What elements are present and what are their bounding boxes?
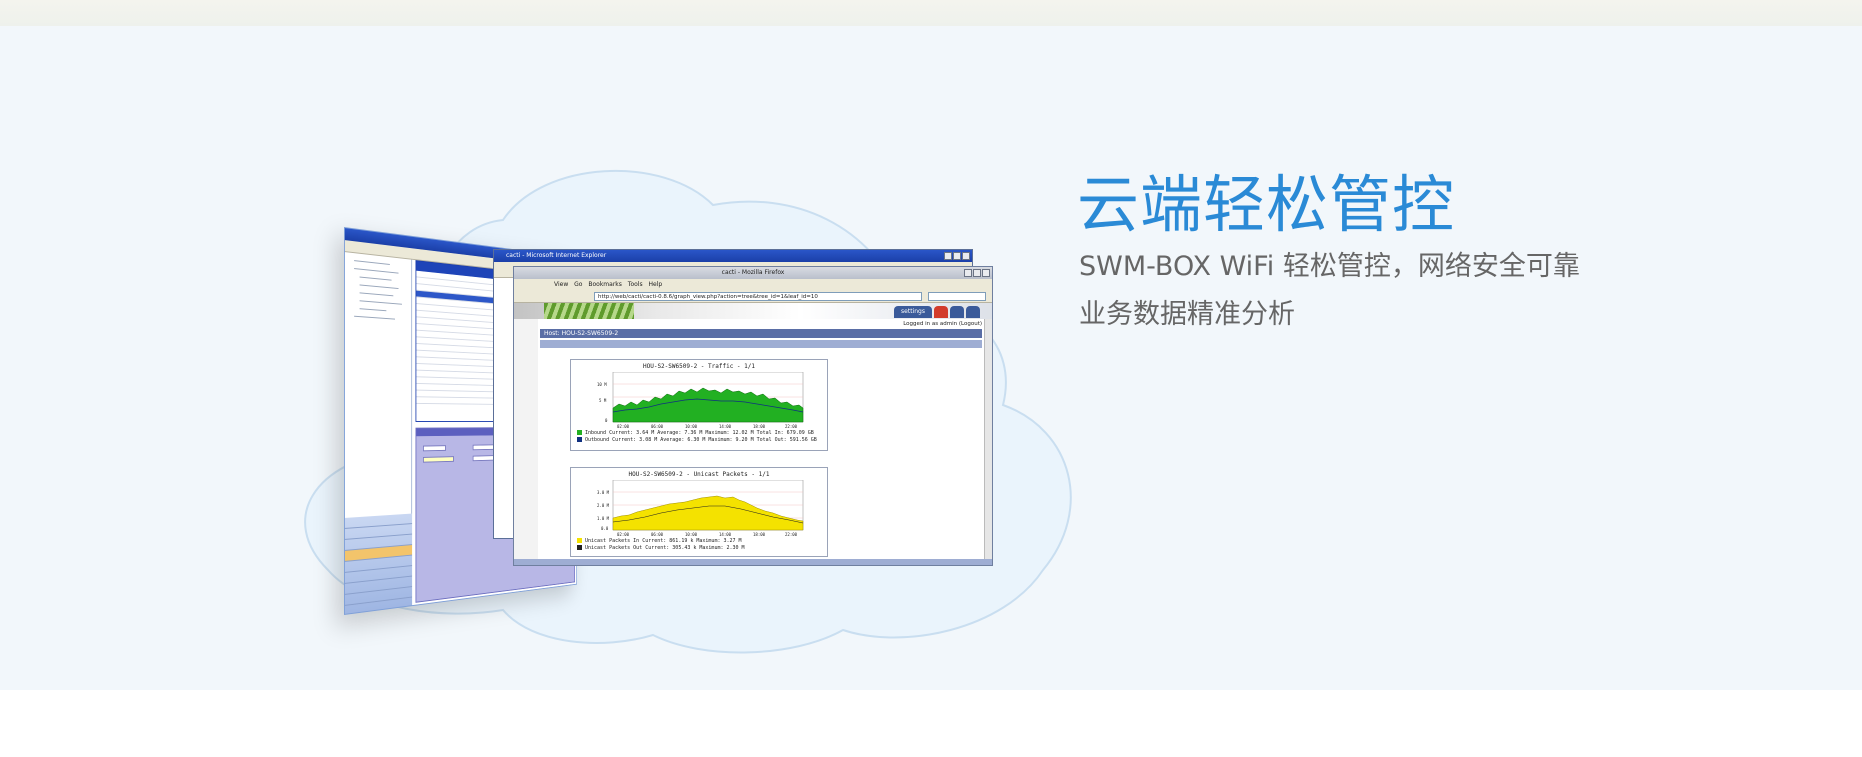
banner-headline: 云端轻松管控 — [1077, 168, 1456, 241]
svg-text:10:00: 10:00 — [685, 532, 698, 537]
close-icon — [982, 269, 990, 277]
svg-text:06:00: 06:00 — [651, 532, 664, 537]
firefox-window: cacti - Mozilla Firefox View Go Bookmark… — [513, 266, 993, 566]
svg-text:14:00: 14:00 — [719, 424, 732, 429]
logged-in-text: Logged in as admin (Logout) — [903, 321, 982, 327]
top-strip — [0, 0, 1862, 26]
tree-tab-icon — [966, 306, 980, 318]
traffic-graph-plot: 10 M 5 M 0 02:00 06:00 10:00 14:00 18:00 22:00 — [597, 372, 804, 429]
host-bar: Host: HOU-S2-SW6509-2 — [540, 329, 982, 338]
traffic-graph: HOU-S2-SW6509-2 - Traffic - 1/1 10 M 5 M 0… — [570, 359, 828, 451]
settings-tab: settings — [894, 306, 932, 318]
packets-legend-in: Unicast Packets In Current: 861.19 k Max… — [577, 538, 827, 545]
ff-url-field: http://web/cacti/cacti-0.8.6/graph_view.… — [594, 292, 922, 301]
packets-graph-title: HOU-S2-SW6509-2 - Unicast Packets - 1/1 — [628, 471, 770, 478]
svg-text:1.0 M: 1.0 M — [597, 516, 610, 521]
ie-titlebar: cacti - Microsoft Internet Explorer — [494, 250, 972, 262]
svg-text:18:00: 18:00 — [753, 424, 766, 429]
maximize-icon — [953, 252, 961, 260]
back-window-nav — [344, 513, 413, 614]
packets-graph-plot: 3.0 M 2.0 M 1.0 M 0.0 02:00 06:00 10:00 14:00 1… — [597, 480, 804, 537]
ff-footer-bar — [514, 559, 992, 565]
close-icon — [962, 252, 970, 260]
svg-text:0.0: 0.0 — [601, 526, 609, 531]
list-tab-icon — [950, 306, 964, 318]
svg-text:06:00: 06:00 — [651, 424, 664, 429]
ff-menubar: View Go Bookmarks Tools Help — [514, 279, 992, 290]
svg-text:2.0 M: 2.0 M — [597, 503, 610, 508]
ie-title: cacti - Microsoft Internet Explorer — [506, 252, 607, 259]
cacti-left-column — [514, 319, 538, 565]
packets-legend-out: Unicast Packets Out Current: 305.43 k Ma… — [577, 545, 827, 552]
ff-search-field — [928, 292, 986, 301]
cacti-logo-stripe — [544, 303, 634, 319]
host-subbar — [540, 340, 982, 348]
svg-text:22:00: 22:00 — [785, 532, 798, 537]
ff-scrollbar — [984, 319, 992, 565]
traffic-graph-title: HOU-S2-SW6509-2 - Traffic - 1/1 — [643, 363, 755, 370]
minimize-icon — [964, 269, 972, 277]
svg-text:02:00: 02:00 — [617, 424, 630, 429]
ff-title: cacti - Mozilla Firefox — [721, 269, 785, 276]
svg-text:14:00: 14:00 — [719, 532, 732, 537]
svg-text:22:00: 22:00 — [785, 424, 798, 429]
packets-graph: HOU-S2-SW6509-2 - Unicast Packets - 1/1 … — [570, 467, 828, 557]
svg-text:5 M: 5 M — [599, 398, 607, 403]
feature-banner: cacti - Microsoft Internet Explorer cact… — [0, 26, 1862, 690]
svg-text:10 M: 10 M — [597, 382, 607, 387]
banner-subtitle-line1: SWM-BOX WiFi 轻松管控，网络安全可靠 — [1079, 251, 1580, 282]
cacti-header: settings — [514, 303, 992, 319]
banner-subtitle-line2: 业务数据精准分析 — [1079, 299, 1295, 330]
svg-text:3.0 M: 3.0 M — [597, 490, 610, 495]
ff-urlbar: http://web/cacti/cacti-0.8.6/graph_view.… — [514, 290, 992, 303]
minimize-icon — [944, 252, 952, 260]
graph-tab-icon — [934, 306, 948, 318]
traffic-legend-out: Outbound Current: 3.08 M Average: 6.30 M… — [577, 437, 827, 444]
svg-text:02:00: 02:00 — [617, 532, 630, 537]
ff-titlebar: cacti - Mozilla Firefox — [514, 267, 992, 279]
svg-text:0: 0 — [605, 418, 608, 423]
svg-text:10:00: 10:00 — [685, 424, 698, 429]
maximize-icon — [973, 269, 981, 277]
traffic-legend-in: Inbound Current: 3.64 M Average: 7.36 M … — [577, 430, 827, 437]
svg-text:18:00: 18:00 — [753, 532, 766, 537]
